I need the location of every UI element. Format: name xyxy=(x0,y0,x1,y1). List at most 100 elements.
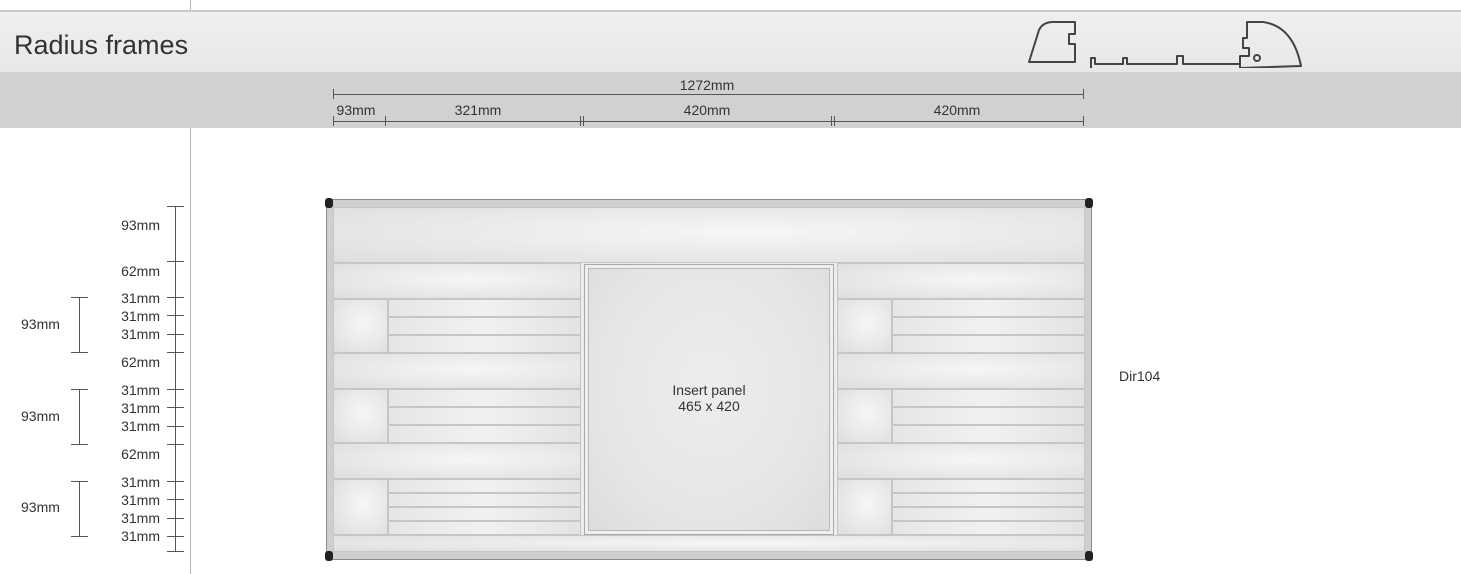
group-total-label: 93mm xyxy=(21,316,60,332)
vertical-dimension-label: 31mm xyxy=(121,382,160,398)
right-letter-tile xyxy=(837,299,892,353)
group-bracket-cap xyxy=(71,352,88,353)
vertical-scale-tick xyxy=(167,407,184,408)
segment-tick xyxy=(385,116,386,126)
segment-tick xyxy=(1083,116,1084,126)
left-entry-strip xyxy=(388,299,581,317)
directory-frame: Insert panel 465 x 420 xyxy=(327,200,1091,559)
segment-width-label: 420mm xyxy=(933,102,981,118)
right-letter-tile xyxy=(837,479,892,535)
segment-tick xyxy=(333,116,334,126)
overall-width-line xyxy=(333,94,1083,95)
vertical-scale-tick xyxy=(167,389,184,390)
right-entry-strip xyxy=(892,299,1085,317)
segment-width-label: 420mm xyxy=(683,102,731,118)
segment-width-label: 93mm xyxy=(336,102,376,118)
left-letter-tile xyxy=(333,479,388,535)
group-bracket xyxy=(79,481,80,536)
vertical-scale-tick xyxy=(167,551,184,552)
segment-width-label: 321mm xyxy=(454,102,502,118)
vertical-scale-tick xyxy=(167,426,184,427)
vertical-scale-tick xyxy=(167,481,184,482)
segment-tick xyxy=(831,116,832,126)
group-total-label: 93mm xyxy=(21,499,60,515)
vertical-scale-tick xyxy=(167,297,184,298)
vertical-dimension-label: 31mm xyxy=(121,510,160,526)
left-entry-strip xyxy=(388,521,581,535)
group-bracket-cap xyxy=(71,444,88,445)
group-bracket-cap xyxy=(71,481,88,482)
frame-corner xyxy=(325,198,333,208)
left-entry-strip xyxy=(388,425,581,443)
left-entry-strip xyxy=(388,389,581,407)
overall-width-tick-left xyxy=(333,89,334,99)
overall-width-tick-right xyxy=(1083,89,1084,99)
right-entry-strip xyxy=(892,335,1085,353)
left-entry-strip xyxy=(388,493,581,507)
left-entry-strip xyxy=(388,407,581,425)
right-entry-strip xyxy=(892,521,1085,535)
vertical-scale-tick xyxy=(167,444,184,445)
left-section-header xyxy=(333,263,581,299)
frame-corner xyxy=(325,551,333,561)
vertical-guide xyxy=(190,128,191,574)
group-bracket-cap xyxy=(71,297,88,298)
vertical-dimension-label: 31mm xyxy=(121,418,160,434)
insert-panel: Insert panel 465 x 420 xyxy=(584,264,834,535)
vertical-scale-tick xyxy=(167,315,184,316)
frame-corner xyxy=(1085,551,1093,561)
vertical-guide-top xyxy=(190,0,191,10)
overall-width-label: 1272mm xyxy=(679,77,735,93)
vertical-dimension-label: 31mm xyxy=(121,492,160,508)
left-entry-strip xyxy=(388,317,581,335)
left-letter-tile xyxy=(333,389,388,443)
right-section-header xyxy=(837,353,1085,389)
segment-width-line xyxy=(333,121,1083,122)
vertical-dimension-label: 31mm xyxy=(121,290,160,306)
vertical-scale-tick xyxy=(167,499,184,500)
product-code: Dir104 xyxy=(1119,368,1161,384)
vertical-scale-tick xyxy=(167,536,184,537)
left-entry-strip xyxy=(388,507,581,521)
header-panel xyxy=(333,207,1085,263)
insert-panel-size: 465 x 420 xyxy=(678,398,740,414)
vertical-dimension-label: 62mm xyxy=(121,354,160,370)
radius-frame-profile-icon xyxy=(1028,21,1302,68)
vertical-dimension-label: 31mm xyxy=(121,400,160,416)
left-entry-strip xyxy=(388,479,581,493)
left-section-header xyxy=(333,443,581,479)
right-entry-strip xyxy=(892,479,1085,493)
right-section-header xyxy=(837,443,1085,479)
vertical-dimension-label: 31mm xyxy=(121,308,160,324)
right-section-header xyxy=(837,263,1085,299)
segment-tick xyxy=(580,116,581,126)
segment-tick xyxy=(583,116,584,126)
group-bracket xyxy=(79,297,80,352)
vertical-dimension-label: 93mm xyxy=(121,217,160,233)
group-bracket-cap xyxy=(71,389,88,390)
right-entry-strip xyxy=(892,389,1085,407)
vertical-dimension-label: 31mm xyxy=(121,326,160,342)
vertical-scale-tick xyxy=(167,334,184,335)
vertical-dimension-label: 62mm xyxy=(121,263,160,279)
vertical-scale-tick xyxy=(167,518,184,519)
right-entry-strip xyxy=(892,317,1085,335)
left-entry-strip xyxy=(388,335,581,353)
vertical-dimension-label: 62mm xyxy=(121,446,160,462)
vertical-dimension-label: 31mm xyxy=(121,528,160,544)
right-letter-tile xyxy=(837,389,892,443)
vertical-scale-tick xyxy=(167,206,184,207)
segment-tick xyxy=(834,116,835,126)
footer-panel xyxy=(333,535,1085,552)
group-total-label: 93mm xyxy=(21,408,60,424)
right-entry-strip xyxy=(892,493,1085,507)
right-entry-strip xyxy=(892,507,1085,521)
right-entry-strip xyxy=(892,407,1085,425)
left-letter-tile xyxy=(333,299,388,353)
left-section-header xyxy=(333,353,581,389)
vertical-scale-tick xyxy=(167,352,184,353)
vertical-dimension-label: 31mm xyxy=(121,474,160,490)
group-bracket xyxy=(79,389,80,444)
group-bracket-cap xyxy=(71,536,88,537)
vertical-scale-tick xyxy=(167,261,184,262)
